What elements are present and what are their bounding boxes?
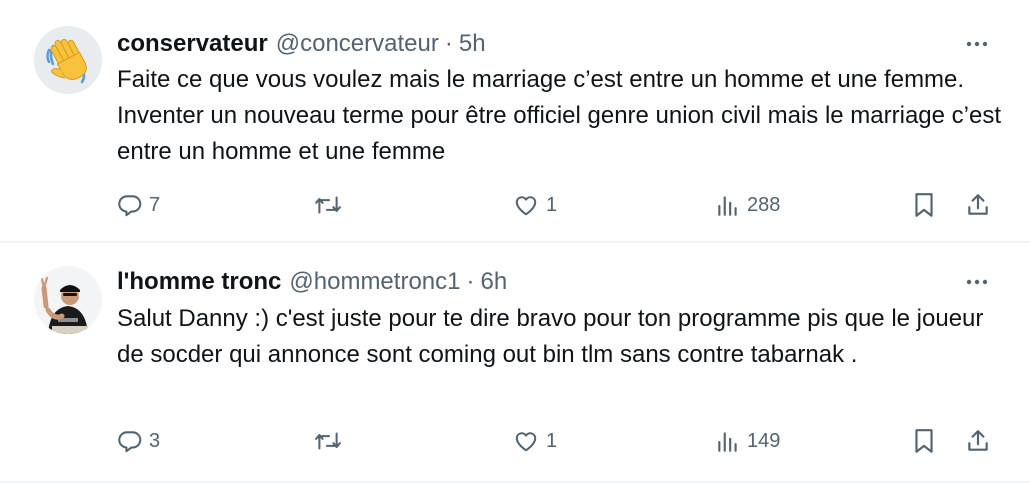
share-button[interactable] [965,187,991,223]
tweet[interactable]: l'homme tronc @hommetronc1 · 6h Salut Da… [0,242,1030,482]
reply-button[interactable]: 3 [117,423,160,459]
reply-icon [118,431,142,453]
like-button[interactable]: 1 [512,423,557,459]
tweet-text: Faite ce que vous voulez mais le marriag… [117,66,1002,165]
tweet[interactable]: conservateur @concervateur · 5h Faite ce… [0,0,1030,242]
heart-icon [515,196,537,216]
retweet-icon [315,432,341,450]
separator-dot: · [444,30,453,57]
timestamp[interactable]: 5h [459,30,486,58]
user-handle[interactable]: @concervateur [276,30,439,58]
views-button[interactable]: 149 [715,423,780,459]
separator-dot: · [466,268,475,295]
user-handle[interactable]: @hommetronc1 [289,268,460,296]
display-name[interactable]: conservateur [117,30,268,58]
retweet-button[interactable] [314,187,348,223]
like-count: 1 [546,193,558,216]
divider [0,481,1030,483]
share-button[interactable] [965,423,991,459]
views-count: 288 [747,193,781,216]
share-icon [968,194,988,215]
reply-count: 7 [149,193,161,216]
tweet-header: l'homme tronc @hommetronc1 · 6h [117,265,1000,299]
reply-button[interactable]: 7 [117,187,160,223]
heart-icon [515,432,537,452]
action-bar: 7 1 288 [117,187,1000,223]
retweet-button[interactable] [314,423,348,459]
tweet-text: Salut Danny :) c'est juste pour te dire … [117,305,984,368]
tweet-header: conservateur @concervateur · 5h [117,27,1000,61]
bookmark-button[interactable] [912,187,936,223]
like-count: 1 [546,429,558,452]
action-bar: 3 1 149 [117,423,1000,459]
retweet-icon [315,196,341,214]
reply-feed: conservateur @concervateur · 5h Faite ce… [0,0,1030,484]
bookmark-icon [915,429,933,453]
more-options-icon[interactable] [962,29,992,59]
timestamp[interactable]: 6h [480,268,507,296]
like-button[interactable]: 1 [512,187,557,223]
waving-hand-icon [34,26,102,94]
views-icon [718,432,737,452]
more-options-icon[interactable] [962,267,992,297]
display-name[interactable]: l'homme tronc [117,268,281,296]
share-icon [968,430,988,451]
avatar[interactable] [34,26,102,94]
reply-icon [118,195,142,217]
person-photo-icon [34,266,102,334]
bookmark-icon [915,193,933,217]
avatar[interactable] [34,266,102,334]
bookmark-button[interactable] [912,423,936,459]
views-count: 149 [747,429,781,452]
views-icon [718,196,737,216]
reply-count: 3 [149,429,161,452]
views-button[interactable]: 288 [715,187,780,223]
